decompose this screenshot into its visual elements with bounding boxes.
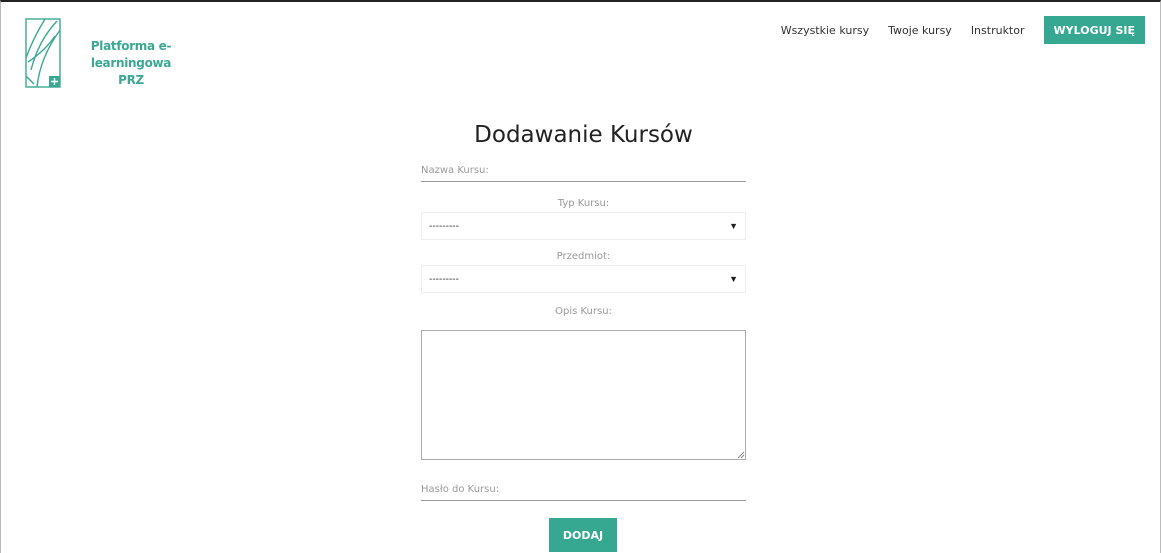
prz-logo-icon	[25, 18, 61, 88]
nav-link-instructor[interactable]: Instruktor	[971, 24, 1025, 37]
logout-button[interactable]: WYLOGUJ SIĘ	[1043, 16, 1145, 44]
subject-label: Przedmiot:	[556, 251, 611, 262]
description-label: Opis Kursu:	[555, 306, 612, 317]
course-name-input[interactable]	[421, 160, 746, 182]
add-course-button[interactable]: DODAJ	[549, 518, 617, 552]
nav-link-all-courses[interactable]: Wszystkie kursy	[781, 24, 869, 37]
subject-select[interactable]: --------- ▼	[421, 265, 746, 293]
page-title: Dodawanie Kursów	[474, 122, 693, 148]
top-nav: Wszystkie kursy Twoje kursy Instruktor W…	[781, 16, 1145, 44]
dropdown-arrow-icon: ▼	[729, 221, 738, 231]
course-password-input[interactable]	[421, 479, 746, 501]
course-type-selected-value: ---------	[429, 220, 459, 232]
resize-grip-icon[interactable]	[737, 451, 745, 459]
dropdown-arrow-icon: ▼	[729, 274, 738, 284]
subject-selected-value: ---------	[429, 273, 459, 285]
brand-line-2: PRZ	[118, 73, 144, 87]
brand-name[interactable]: Platforma e-learningowa PRZ	[66, 38, 196, 89]
description-textarea[interactable]	[421, 330, 746, 460]
course-type-select[interactable]: --------- ▼	[421, 212, 746, 240]
nav-link-my-courses[interactable]: Twoje kursy	[888, 24, 952, 37]
course-type-label: Typ Kursu:	[557, 198, 610, 209]
brand-line-1: Platforma e-learningowa	[90, 39, 172, 70]
